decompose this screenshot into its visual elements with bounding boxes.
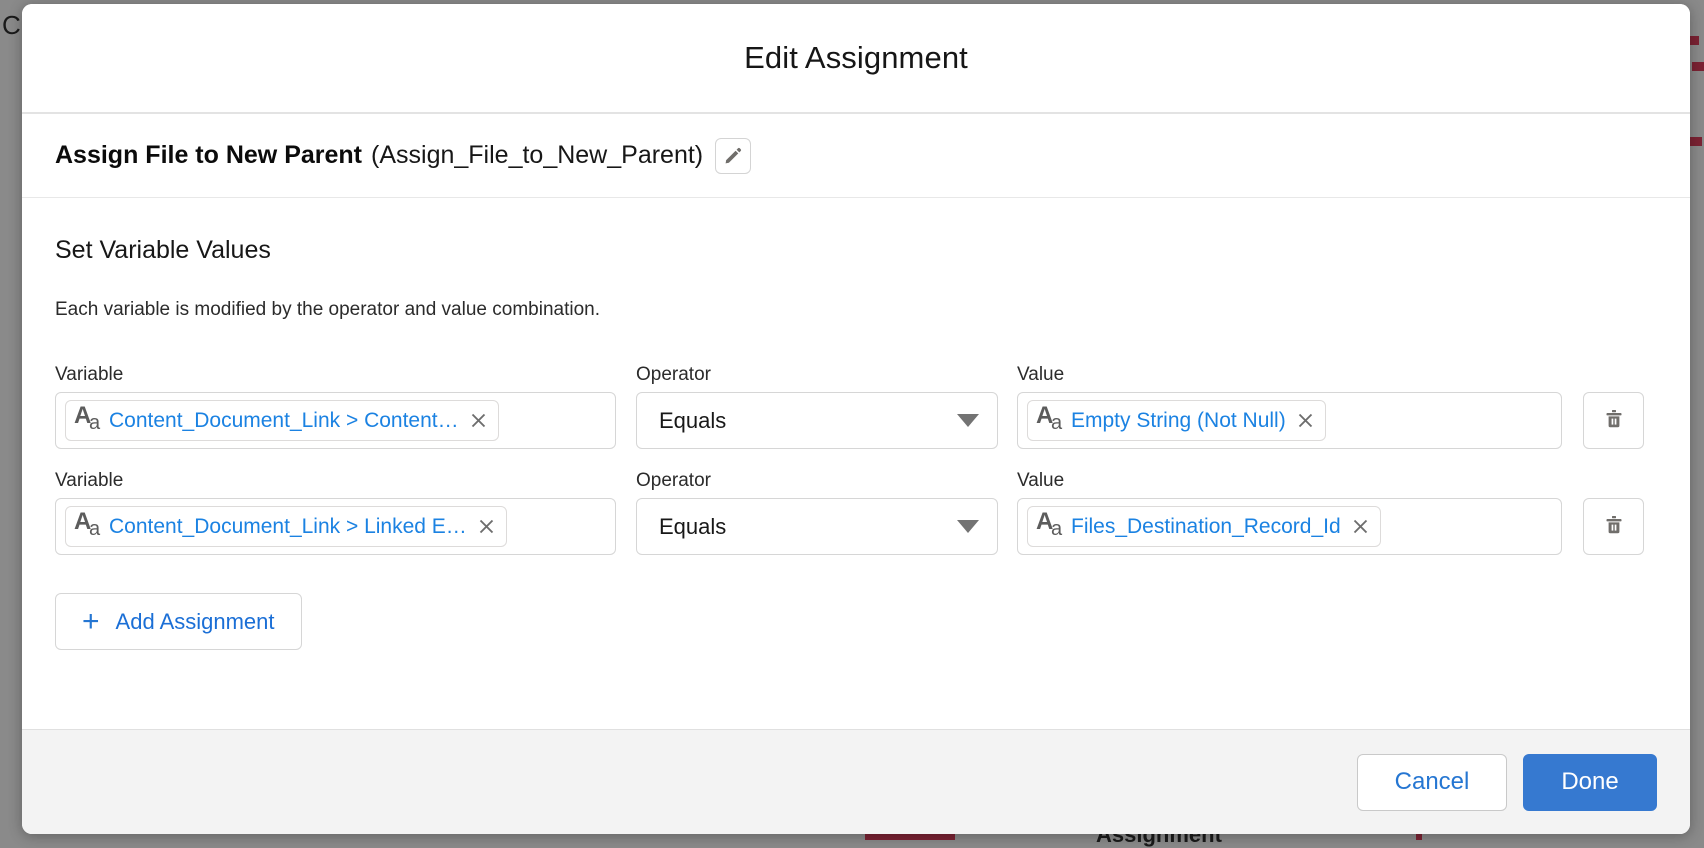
add-assignment-button[interactable]: + Add Assignment [55, 593, 302, 650]
edit-label-button[interactable] [715, 138, 751, 174]
value-field: Value Aa Empty String (Not Null) [1017, 365, 1562, 449]
pencil-icon [723, 146, 743, 166]
variable-pill[interactable]: Aa Content_Document_Link > Linked E… [65, 506, 507, 547]
text-type-icon: Aa [1036, 406, 1064, 436]
assignment-row: Variable Aa Content_Document_Link > Link… [55, 471, 1657, 555]
operator-field: Operator Equals [636, 365, 998, 449]
close-icon[interactable] [477, 517, 496, 536]
variable-combobox[interactable]: Aa Content_Document_Link > Content… [55, 392, 616, 449]
variable-pill-text: Content_Document_Link > Content… [109, 409, 459, 433]
close-icon[interactable] [1351, 517, 1370, 536]
section-description: Each variable is modified by the operato… [55, 299, 1657, 321]
background-mark [1692, 62, 1704, 71]
operator-select[interactable]: Equals [636, 392, 998, 449]
element-name-row: Assign File to New Parent (Assign_File_t… [22, 114, 1690, 198]
element-label: Assign File to New Parent [55, 141, 362, 170]
trash-icon [1602, 513, 1626, 540]
modal-body: Set Variable Values Each variable is mod… [22, 198, 1690, 729]
background-mark [1690, 137, 1702, 146]
operator-value: Equals [659, 408, 726, 434]
value-pill-text: Files_Destination_Record_Id [1071, 515, 1341, 539]
variable-pill[interactable]: Aa Content_Document_Link > Content… [65, 400, 499, 441]
variable-pill-text: Content_Document_Link > Linked E… [109, 515, 467, 539]
variable-combobox[interactable]: Aa Content_Document_Link > Linked E… [55, 498, 616, 555]
chevron-down-icon [957, 414, 979, 427]
delete-assignment-button[interactable] [1583, 498, 1644, 555]
value-pill[interactable]: Aa Empty String (Not Null) [1027, 400, 1326, 441]
modal-footer: Cancel Done [22, 729, 1690, 834]
done-button[interactable]: Done [1523, 754, 1657, 811]
variable-field: Variable Aa Content_Document_Link > Link… [55, 471, 616, 555]
value-pill-text: Empty String (Not Null) [1071, 409, 1286, 433]
value-label: Value [1017, 471, 1562, 490]
value-combobox[interactable]: Aa Files_Destination_Record_Id [1017, 498, 1562, 555]
value-combobox[interactable]: Aa Empty String (Not Null) [1017, 392, 1562, 449]
value-pill[interactable]: Aa Files_Destination_Record_Id [1027, 506, 1381, 547]
operator-field: Operator Equals [636, 471, 998, 555]
cancel-button[interactable]: Cancel [1357, 754, 1507, 811]
value-field: Value Aa Files_Destination_Record_Id [1017, 471, 1562, 555]
variable-label: Variable [55, 365, 616, 384]
operator-label: Operator [636, 365, 998, 384]
trash-icon [1602, 407, 1626, 434]
operator-select[interactable]: Equals [636, 498, 998, 555]
element-api-name: (Assign_File_to_New_Parent) [371, 141, 703, 170]
modal-header: Edit Assignment [22, 4, 1690, 114]
close-icon[interactable] [469, 411, 488, 430]
operator-label: Operator [636, 471, 998, 490]
variable-field: Variable Aa Content_Document_Link > Cont… [55, 365, 616, 449]
close-icon[interactable] [1296, 411, 1315, 430]
add-assignment-label: Add Assignment [116, 609, 275, 635]
operator-value: Equals [659, 514, 726, 540]
chevron-down-icon [957, 520, 979, 533]
modal-title: Edit Assignment [744, 40, 968, 76]
background-glyph-left: C [2, 10, 21, 41]
plus-icon: + [82, 607, 100, 637]
variable-label: Variable [55, 471, 616, 490]
text-type-icon: Aa [1036, 512, 1064, 542]
delete-assignment-button[interactable] [1583, 392, 1644, 449]
value-label: Value [1017, 365, 1562, 384]
section-title: Set Variable Values [55, 236, 1657, 265]
assignment-row: Variable Aa Content_Document_Link > Cont… [55, 365, 1657, 449]
edit-assignment-modal: Edit Assignment Assign File to New Paren… [22, 4, 1690, 834]
text-type-icon: Aa [74, 512, 102, 542]
text-type-icon: Aa [74, 406, 102, 436]
